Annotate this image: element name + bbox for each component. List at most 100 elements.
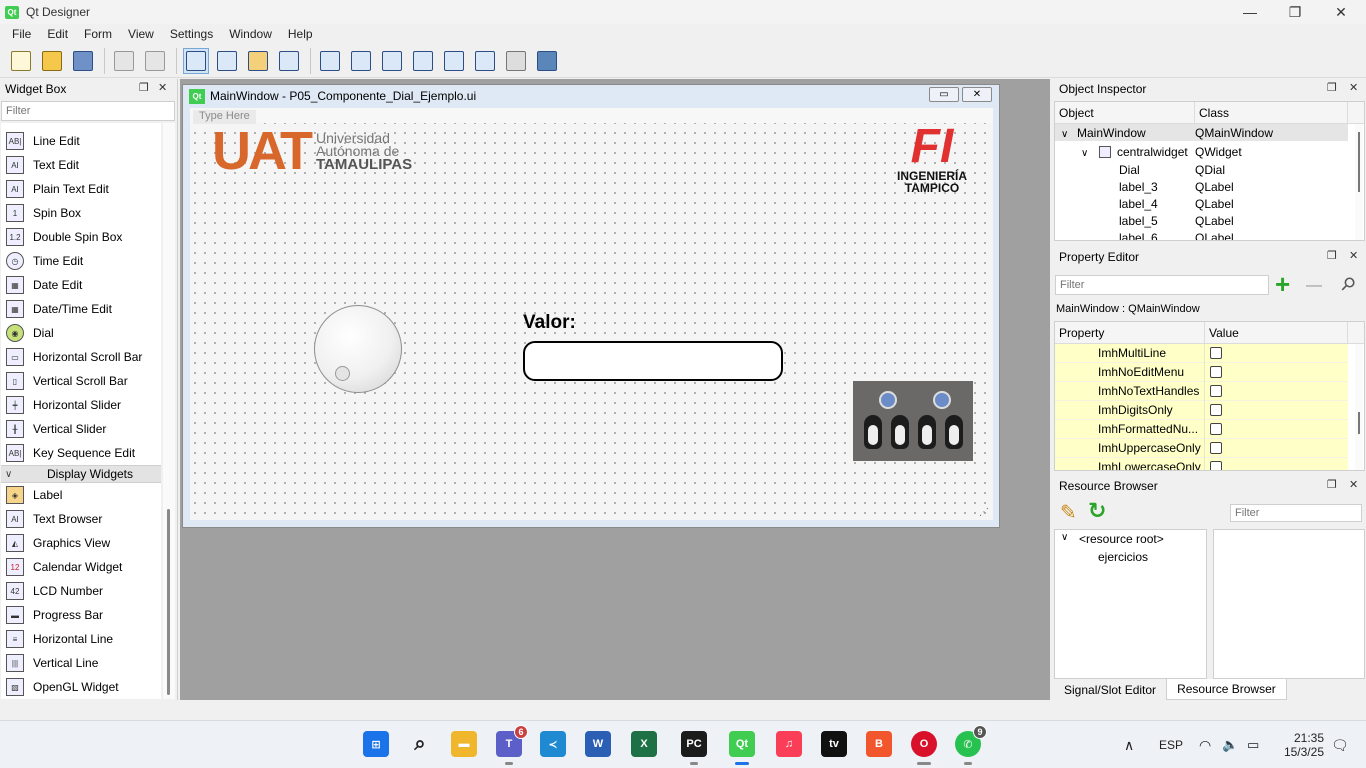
tree-row[interactable]: ∨ <resource root> bbox=[1061, 532, 1164, 546]
close-button[interactable]: ✕ bbox=[1318, 0, 1364, 24]
widget-double-spin-box[interactable]: 1.2 Double Spin Box bbox=[1, 225, 161, 249]
widget-box-filter-input[interactable] bbox=[1, 101, 175, 121]
resource-file-list[interactable] bbox=[1213, 529, 1365, 679]
widget-vertical-scroll-bar[interactable]: ▯ Vertical Scroll Bar bbox=[1, 369, 161, 393]
edit-buddies-button[interactable] bbox=[245, 48, 271, 74]
battery-icon[interactable]: ▭ bbox=[1247, 721, 1259, 768]
valor-label[interactable]: Valor: bbox=[523, 312, 576, 334]
form-title-bar[interactable]: Qt MainWindow - P05_Componente_Dial_Ejem… bbox=[183, 85, 999, 107]
wifi-icon[interactable]: ◠ bbox=[1199, 721, 1211, 768]
resource-tree[interactable]: ∨ <resource root> ejercicios bbox=[1054, 529, 1207, 679]
widget-dial[interactable]: ◉ Dial bbox=[1, 321, 161, 345]
form-close-button[interactable]: ✕ bbox=[962, 87, 992, 102]
break-layout-button[interactable] bbox=[503, 48, 529, 74]
object-tree-scrollbar[interactable] bbox=[1355, 124, 1363, 240]
teams-icon[interactable]: T6 bbox=[496, 725, 528, 765]
whatsapp-icon[interactable]: ✆ 9 bbox=[955, 725, 987, 765]
scrollbar-thumb[interactable] bbox=[167, 509, 170, 695]
resource-folder-ejercicios[interactable]: ejercicios bbox=[1098, 550, 1148, 564]
category-display-widgets[interactable]: ∨ Display Widgets bbox=[1, 465, 161, 483]
excel-icon[interactable]: X bbox=[631, 731, 657, 757]
column-header-object[interactable]: Object bbox=[1055, 102, 1195, 123]
menu-settings[interactable]: Settings bbox=[162, 27, 221, 41]
chevron-down-icon[interactable]: ∨ bbox=[1061, 129, 1077, 140]
widget-list-scrollbar[interactable] bbox=[163, 123, 175, 699]
edit-widgets-button[interactable] bbox=[183, 47, 209, 74]
scrollbar-thumb[interactable] bbox=[1358, 412, 1360, 434]
property-row[interactable]: ImhLowercaseOnly bbox=[1055, 457, 1348, 470]
wrench-icon[interactable]: ⚲ bbox=[1332, 268, 1363, 299]
float-icon[interactable]: ❐ bbox=[139, 81, 149, 94]
widget-key-sequence-edit[interactable]: AB| Key Sequence Edit bbox=[1, 441, 161, 465]
resource-filter-input[interactable] bbox=[1230, 504, 1362, 522]
column-header-property[interactable]: Property bbox=[1055, 322, 1205, 343]
layout-v-splitter-button[interactable] bbox=[410, 48, 436, 74]
open-form-button[interactable] bbox=[39, 48, 65, 74]
widget-horizontal-slider[interactable]: ┿ Horizontal Slider bbox=[1, 393, 161, 417]
edit-signals-slots-button[interactable] bbox=[214, 48, 240, 74]
edit-resources-icon[interactable]: ✎ bbox=[1060, 500, 1077, 525]
bring-to-front-button[interactable] bbox=[142, 48, 168, 74]
fi-logo-label[interactable]: FI INGENIERÍA TAMPICO bbox=[882, 123, 982, 195]
send-to-back-button[interactable] bbox=[111, 48, 137, 74]
chevron-down-icon[interactable]: ∨ bbox=[1061, 532, 1079, 546]
file-explorer-icon[interactable]: ▬ bbox=[451, 731, 477, 757]
vscode-icon[interactable]: ≺ bbox=[540, 731, 566, 757]
widget-label[interactable]: ◈ Label bbox=[1, 483, 161, 507]
menu-form[interactable]: Form bbox=[76, 27, 120, 41]
new-form-button[interactable] bbox=[8, 48, 34, 74]
layout-vertical-button[interactable] bbox=[348, 48, 374, 74]
volume-icon[interactable]: 🔈 bbox=[1222, 721, 1238, 768]
add-property-icon[interactable]: + bbox=[1275, 269, 1290, 300]
layout-horizontal-button[interactable] bbox=[317, 48, 343, 74]
tree-row[interactable]: label_4 QLabel bbox=[1055, 195, 1348, 212]
property-checkbox[interactable] bbox=[1210, 404, 1222, 416]
tab-resource-browser[interactable]: Resource Browser bbox=[1166, 679, 1287, 700]
close-icon[interactable]: ✕ bbox=[1349, 249, 1358, 262]
penguins-image-label[interactable] bbox=[853, 381, 973, 461]
tree-row[interactable]: ∨ centralwidget QWidget bbox=[1055, 143, 1348, 160]
apple-tv-icon[interactable]: tv bbox=[821, 731, 847, 757]
form-canvas[interactable]: Type Here UAT Universidad Autónoma de TA… bbox=[190, 108, 993, 520]
widget-progress-bar[interactable]: ▬ Progress Bar bbox=[1, 603, 161, 627]
property-checkbox[interactable] bbox=[1210, 461, 1222, 470]
tree-row[interactable]: label_5 QLabel bbox=[1055, 212, 1348, 229]
remove-property-icon[interactable]: — bbox=[1306, 277, 1322, 295]
widget-graphics-view[interactable]: ◭ Graphics View bbox=[1, 531, 161, 555]
close-icon[interactable]: ✕ bbox=[158, 81, 167, 94]
menu-view[interactable]: View bbox=[120, 27, 162, 41]
dial-widget[interactable] bbox=[314, 305, 402, 393]
property-row[interactable]: ImhDigitsOnly bbox=[1055, 400, 1348, 420]
widget-lcd-number[interactable]: 42 LCD Number bbox=[1, 579, 161, 603]
pycharm-icon[interactable]: PC bbox=[681, 731, 707, 765]
widget-datetime-edit[interactable]: ▦ Date/Time Edit bbox=[1, 297, 161, 321]
property-table[interactable]: Property Value ImhMultiLine ImhNoEditMen… bbox=[1054, 321, 1365, 471]
widget-spin-box[interactable]: 1 Spin Box bbox=[1, 201, 161, 225]
form-window[interactable]: Qt MainWindow - P05_Componente_Dial_Ejem… bbox=[182, 84, 1000, 528]
chevron-up-icon[interactable]: ∧ bbox=[1124, 721, 1134, 768]
widget-plain-text-edit[interactable]: AI Plain Text Edit bbox=[1, 177, 161, 201]
edit-tab-order-button[interactable] bbox=[276, 48, 302, 74]
property-checkbox[interactable] bbox=[1210, 385, 1222, 397]
object-tree[interactable]: Object Class ∨ MainWindow QMainWindow ∨ cen… bbox=[1054, 101, 1365, 241]
word-icon[interactable]: W bbox=[585, 731, 611, 757]
property-row[interactable]: ImhMultiLine bbox=[1055, 343, 1348, 363]
chevron-down-icon[interactable]: ∨ bbox=[1081, 148, 1099, 159]
float-icon[interactable]: ❐ bbox=[1327, 81, 1337, 94]
layout-form-button[interactable] bbox=[472, 48, 498, 74]
opera-icon[interactable]: O bbox=[911, 731, 937, 765]
property-row[interactable]: ImhUppercaseOnly bbox=[1055, 438, 1348, 458]
tree-row[interactable]: Dial QDial bbox=[1055, 161, 1348, 178]
menu-edit[interactable]: Edit bbox=[39, 27, 76, 41]
column-header-value[interactable]: Value bbox=[1205, 322, 1348, 343]
tree-row[interactable]: ∨ MainWindow QMainWindow bbox=[1055, 124, 1348, 141]
float-icon[interactable]: ❐ bbox=[1327, 478, 1337, 491]
property-checkbox[interactable] bbox=[1210, 442, 1222, 454]
resize-grip-icon[interactable]: ⋰ bbox=[979, 507, 989, 518]
search-icon[interactable]: ⌕ bbox=[407, 731, 433, 757]
layout-grid-button[interactable] bbox=[441, 48, 467, 74]
widget-opengl[interactable]: ▧ OpenGL Widget bbox=[1, 675, 161, 699]
property-row[interactable]: ImhNoTextHandles bbox=[1055, 381, 1348, 401]
minimize-button[interactable]: — bbox=[1227, 0, 1273, 24]
start-icon[interactable]: ⊞ bbox=[363, 731, 389, 757]
